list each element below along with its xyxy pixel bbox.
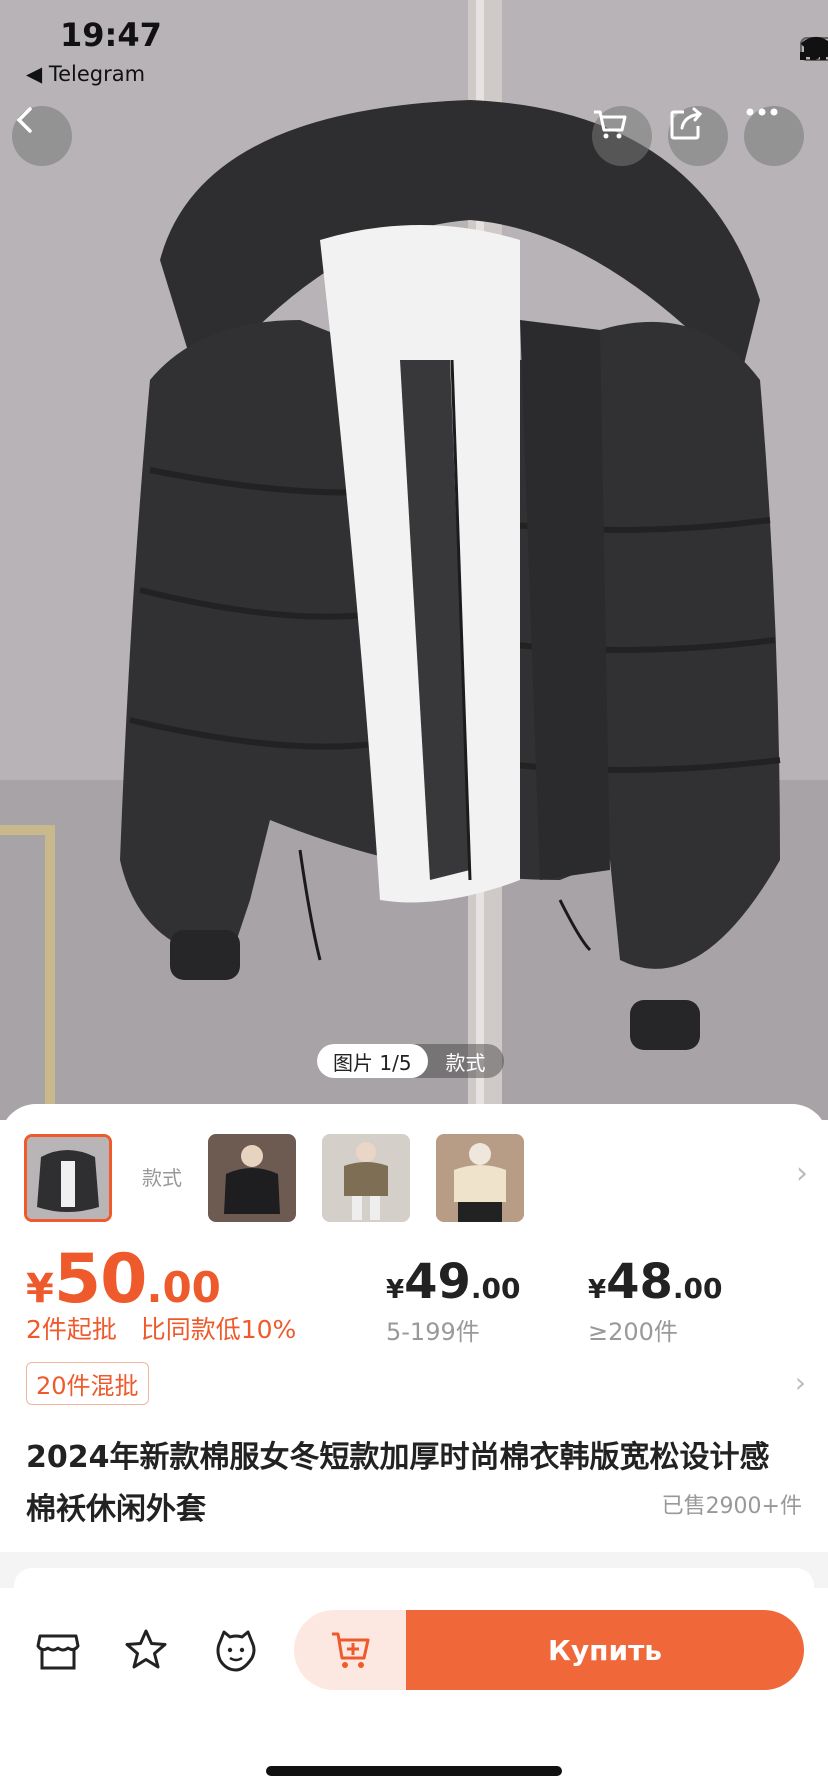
mixed-batch-chevron-icon[interactable]: › [795, 1366, 806, 1399]
thumbnail-selected[interactable] [24, 1134, 112, 1222]
mixed-batch-badge[interactable]: 20件混批 [26, 1362, 149, 1405]
thumbnail-image [322, 1134, 410, 1222]
battery-icon [800, 37, 828, 61]
shop-icon [36, 1634, 80, 1670]
shop-button[interactable] [34, 1626, 82, 1674]
price-currency: ¥ [26, 1266, 54, 1312]
chat-face-icon [216, 1630, 256, 1672]
tier-currency: ¥ [588, 1275, 607, 1305]
tier-quantity: 5-199件 [386, 1318, 480, 1346]
favorite-button[interactable] [122, 1626, 170, 1674]
chevron-left-icon [16, 107, 32, 133]
next-card-edge [0, 1552, 828, 1608]
price-integer: 50 [53, 1240, 148, 1319]
sold-count: 已售2900+件 [661, 1494, 802, 1519]
customer-service-button[interactable] [212, 1626, 260, 1674]
status-bar: 19:47 ◀ Telegram [0, 0, 828, 100]
pager-photos-tab[interactable]: 图片 1/5 [317, 1044, 428, 1078]
tier-currency: ¥ [386, 1275, 405, 1305]
thumbnail-image [27, 1137, 109, 1219]
thumbnail[interactable] [208, 1134, 296, 1222]
bottom-action-bar: Купить [0, 1588, 828, 1792]
cart-button[interactable] [592, 106, 652, 166]
jacket-photo-illustration [0, 0, 828, 1120]
main-price: ¥50.00 [26, 1240, 221, 1319]
more-button[interactable] [744, 106, 804, 166]
thumbnail-more-chevron-icon[interactable]: › [796, 1156, 808, 1191]
home-indicator [266, 1766, 562, 1776]
status-time: 19:47 [60, 16, 162, 54]
back-button[interactable] [12, 106, 72, 166]
cart-icon [594, 110, 627, 139]
more-dots-icon [746, 108, 778, 116]
thumbnail-strip: 款式 [24, 1134, 524, 1222]
tier-decimal: .00 [672, 1272, 723, 1305]
back-to-app-link[interactable]: ◀ Telegram [26, 62, 145, 86]
product-photo[interactable]: 19:47 ◀ Telegram 图片 1/5 款式 [0, 0, 828, 1120]
pager-style-tab[interactable]: 款式 [428, 1047, 504, 1076]
tier-integer: 49 [404, 1254, 471, 1310]
thumbnail-image [208, 1134, 296, 1222]
cart-plus-icon [332, 1632, 370, 1668]
price-tier: ¥48.00 ≥200件 [588, 1254, 723, 1347]
gallery-pager: 图片 1/5 款式 [317, 1044, 504, 1078]
tier-quantity: ≥200件 [588, 1318, 678, 1346]
tier-integer: 48 [606, 1254, 673, 1310]
share-button[interactable] [668, 106, 728, 166]
share-icon [670, 107, 703, 140]
style-label: 款式 [142, 1166, 182, 1190]
tier-decimal: .00 [470, 1272, 521, 1305]
price-decimal: .00 [146, 1263, 221, 1312]
thumbnail[interactable] [436, 1134, 524, 1222]
add-to-cart-button[interactable] [294, 1610, 410, 1690]
min-order-text: 2件起批 比同款低10% [26, 1315, 297, 1344]
star-icon [125, 1629, 167, 1669]
thumbnail-image [436, 1134, 524, 1222]
product-title: 2024年新款棉服女冬短款加厚时尚棉衣韩版宽松设计感棉袄休闲外套 [26, 1440, 770, 1527]
price-tier: ¥49.00 5-199件 [386, 1254, 521, 1347]
thumbnail[interactable] [322, 1134, 410, 1222]
buy-button[interactable]: Купить [406, 1610, 804, 1690]
